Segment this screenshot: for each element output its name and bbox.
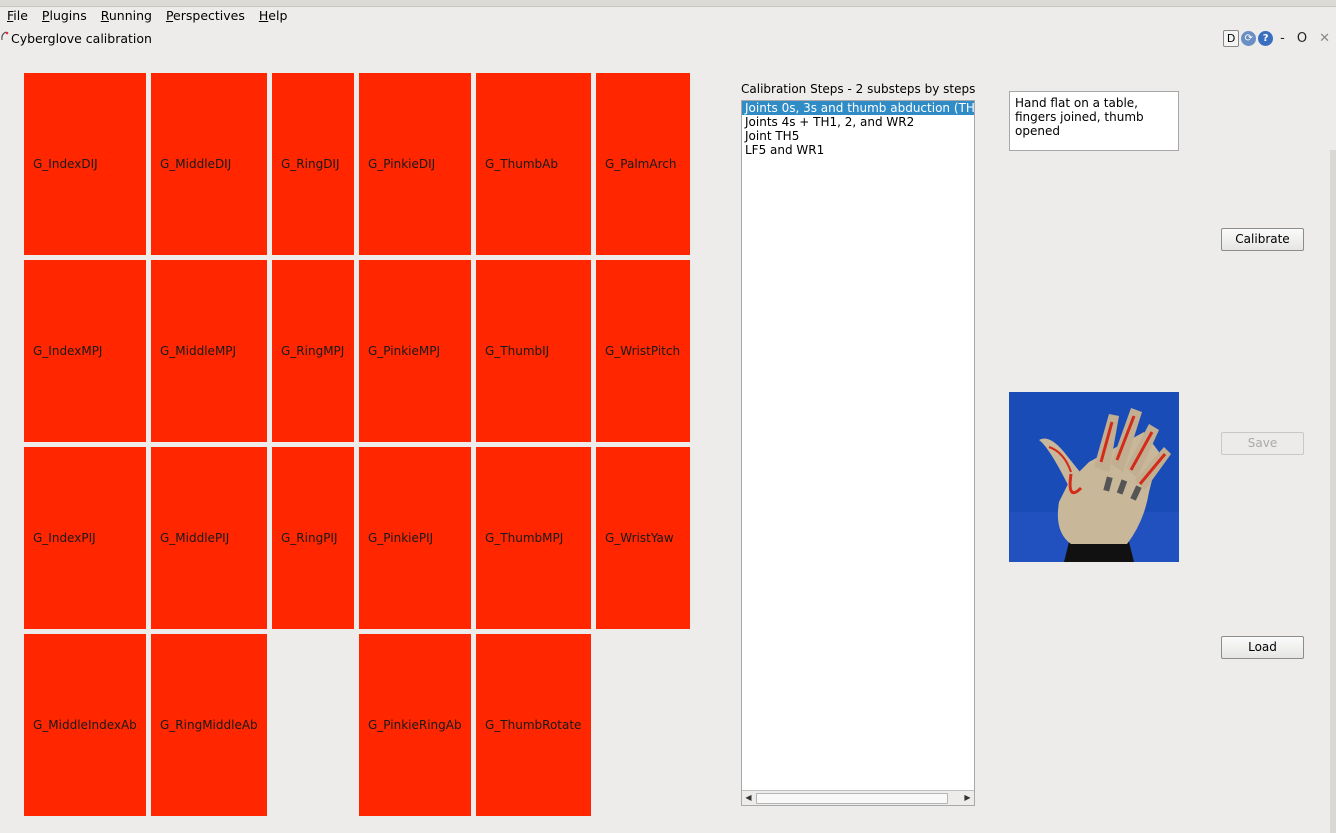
joint-tile-wrist-pitch[interactable]: G_WristPitch [596,260,690,442]
menu-bar: File Plugins Running Perspectives Help [0,6,1336,26]
calibrate-button[interactable]: Calibrate [1221,228,1304,251]
joint-tile-thumb-ij[interactable]: G_ThumbIJ [476,260,591,442]
scroll-left-icon[interactable]: ◀ [742,791,755,804]
menu-help[interactable]: Help [252,6,295,26]
joint-tile-index-mpj[interactable]: G_IndexMPJ [24,260,146,442]
menu-perspectives[interactable]: Perspectives [159,6,252,26]
menu-file[interactable]: File [0,6,35,26]
right-window-edge [1330,150,1336,833]
glove-photo [1009,392,1179,562]
joint-tile-middle-dij[interactable]: G_MiddleDIJ [151,73,267,255]
joint-tile-pinkie-dij[interactable]: G_PinkieDIJ [359,73,471,255]
joint-tile-thumb-mpj[interactable]: G_ThumbMPJ [476,447,591,629]
glove-image [1009,392,1179,562]
plugin-title: Cyberglove calibration [11,31,152,46]
step-item-1[interactable]: Joints 0s, 3s and thumb abduction (TH [742,101,974,115]
help-icon[interactable]: ? [1258,31,1274,46]
joint-tile-index-pij[interactable]: G_IndexPIJ [24,447,146,629]
menu-plugins[interactable]: Plugins [35,6,94,26]
joint-tile-middle-mpj[interactable]: G_MiddleMPJ [151,260,267,442]
close-icon[interactable]: ✕ [1314,31,1330,46]
step-item-2[interactable]: Joints 4s + TH1, 2, and WR2 [742,115,974,129]
plugin-icon [1,31,9,41]
menu-running[interactable]: Running [94,6,159,26]
joint-tile-ring-dij[interactable]: G_RingDIJ [272,73,354,255]
step-item-3[interactable]: Joint TH5 [742,129,974,143]
joint-tile-palm-arch[interactable]: G_PalmArch [596,73,690,255]
horizontal-scrollbar[interactable]: ◀ ▶ [742,790,974,805]
joint-tile-pinkie-ring-ab[interactable]: G_PinkieRingAb [359,634,471,816]
scrollbar-thumb[interactable] [756,793,948,804]
debug-button[interactable]: D [1223,30,1240,47]
joint-tile-ring-mpj[interactable]: G_RingMPJ [272,260,354,442]
joint-tile-thumb-ab[interactable]: G_ThumbAb [476,73,591,255]
joint-tile-index-dij[interactable]: G_IndexDIJ [24,73,146,255]
joint-tile-ring-middle-ab[interactable]: G_RingMiddleAb [151,634,267,816]
load-button[interactable]: Load [1221,636,1304,659]
save-button[interactable]: Save [1221,432,1304,455]
joint-tile-middle-pij[interactable]: G_MiddlePIJ [151,447,267,629]
joint-tile-middle-index-ab[interactable]: G_MiddleIndexAb [24,634,146,816]
step-item-4[interactable]: LF5 and WR1 [742,143,974,157]
joint-tile-pinkie-pij[interactable]: G_PinkiePIJ [359,447,471,629]
joint-tile-thumb-rotate[interactable]: G_ThumbRotate [476,634,591,816]
minimize-button[interactable]: - [1275,31,1290,46]
title-bar-controls: D ⟳ ? - O ✕ [1223,30,1330,47]
float-button[interactable]: O [1292,31,1312,46]
reload-icon[interactable]: ⟳ [1241,31,1257,46]
joint-tile-wrist-yaw[interactable]: G_WristYaw [596,447,690,629]
scroll-right-icon[interactable]: ▶ [961,791,974,804]
calibration-steps-list[interactable]: Joints 0s, 3s and thumb abduction (TH Jo… [741,100,975,806]
joint-tile-pinkie-mpj[interactable]: G_PinkieMPJ [359,260,471,442]
instruction-text: Hand flat on a table, fingers joined, th… [1009,91,1179,151]
calibration-steps-title: Calibration Steps - 2 substeps by steps [741,82,976,96]
joint-tile-ring-pij[interactable]: G_RingPIJ [272,447,354,629]
plugin-title-bar: Cyberglove calibration D ⟳ ? - O ✕ [0,28,1336,50]
